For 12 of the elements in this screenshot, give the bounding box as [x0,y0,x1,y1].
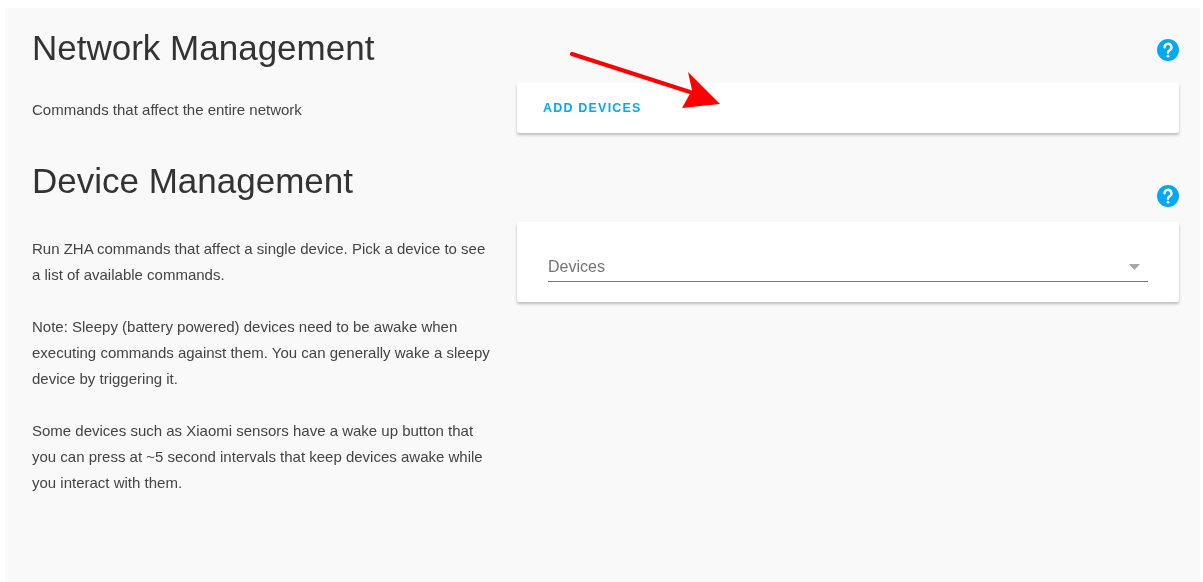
description-text: Run ZHA commands that affect a single device. Pick a device to see a list of available commands. [32,239,487,285]
description-text: Note: Sleepy (battery powered) devices need to be awake when executing commands against them. You can generally wake a sleepy device by triggering it. [32,317,491,389]
help-icon[interactable] [1156,38,1180,62]
description-text: Commands that affect the entire network [32,100,303,120]
section-heading: Network Management [32,28,375,68]
section-heading: Device Management [32,161,353,201]
description-text: Some devices such as Xiaomi sensors have a wake up button that you can press at ~5 second intervals that keep devices awake while you interact with them. [32,421,484,493]
devices-dropdown[interactable]: Devices [548,254,1148,282]
caret-icon [1129,263,1140,270]
help-icon[interactable] [1156,184,1180,208]
dropdown-label: Devices [548,256,605,277]
add-devices-button[interactable]: ADD DEVICES [535,92,650,124]
